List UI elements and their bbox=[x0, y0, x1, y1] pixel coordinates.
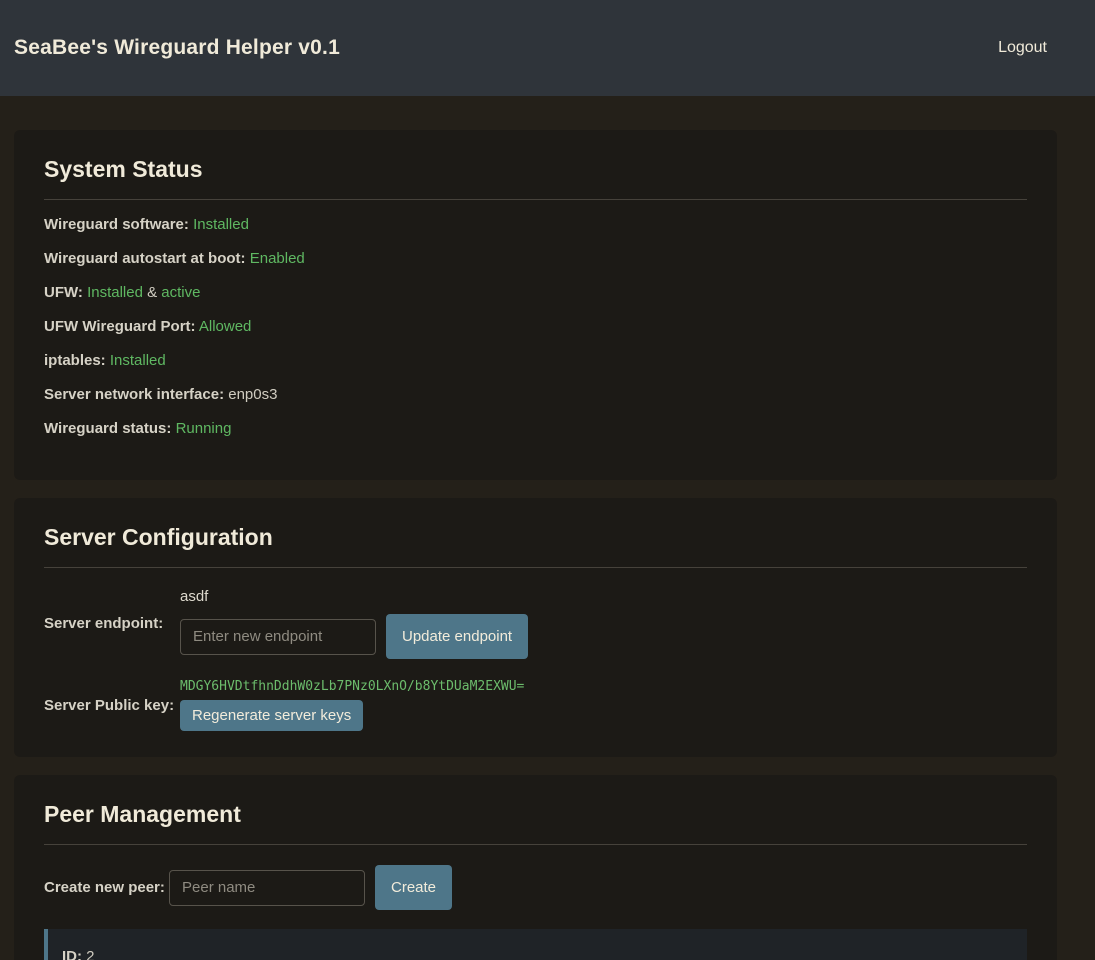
app-title: SeaBee's Wireguard Helper v0.1 bbox=[14, 36, 340, 60]
regenerate-server-keys-button[interactable]: Regenerate server keys bbox=[180, 700, 363, 731]
server-endpoint-row: Server endpoint: asdf Update endpoint bbox=[44, 588, 1027, 659]
status-row: Wireguard autostart at boot: Enabled bbox=[44, 250, 1027, 268]
status-value-ok: Installed bbox=[87, 284, 143, 301]
peer-management-heading: Peer Management bbox=[44, 801, 1041, 828]
system-status-card: System Status Wireguard software: Instal… bbox=[14, 130, 1057, 480]
status-value: Allowed bbox=[199, 318, 252, 335]
status-value-ok: Enabled bbox=[250, 250, 305, 267]
create-peer-label: Create new peer: bbox=[44, 879, 169, 896]
server-public-key-label: Server Public key: bbox=[44, 697, 180, 714]
status-value: Running bbox=[176, 420, 232, 437]
server-public-key-row: Server Public key: MDGY6HVDtfhnDdhW0zLb7… bbox=[44, 679, 1027, 731]
server-endpoint-current-value: asdf bbox=[180, 588, 528, 605]
status-label: Wireguard status: bbox=[44, 420, 171, 437]
create-peer-row: Create new peer: Create bbox=[44, 865, 1027, 910]
status-value-ok: Running bbox=[176, 420, 232, 437]
server-public-key-value: MDGY6HVDtfhnDdhW0zLb7PNz0LXnO/b8YtDUaM2E… bbox=[180, 679, 524, 694]
create-peer-button[interactable]: Create bbox=[375, 865, 452, 910]
status-row: Wireguard status: Running bbox=[44, 420, 1027, 438]
status-row: UFW: Installed & active bbox=[44, 284, 1027, 302]
status-value-ok: Installed bbox=[193, 216, 249, 233]
server-configuration-heading: Server Configuration bbox=[44, 524, 1041, 551]
status-label: UFW: bbox=[44, 284, 83, 301]
status-value: enp0s3 bbox=[228, 386, 277, 403]
status-label: Wireguard autostart at boot: bbox=[44, 250, 246, 267]
app-header: SeaBee's Wireguard Helper v0.1 Logout bbox=[0, 0, 1095, 96]
status-value: Enabled bbox=[250, 250, 305, 267]
status-value-ok: Allowed bbox=[199, 318, 252, 335]
divider bbox=[44, 199, 1027, 200]
peer-name-input[interactable] bbox=[169, 870, 365, 906]
status-label: Server network interface: bbox=[44, 386, 224, 403]
status-value-plain: enp0s3 bbox=[228, 386, 277, 403]
status-row: iptables: Installed bbox=[44, 352, 1027, 370]
status-value-plain: & bbox=[143, 284, 161, 301]
status-label: UFW Wireguard Port: bbox=[44, 318, 196, 335]
server-configuration-card: Server Configuration Server endpoint: as… bbox=[14, 498, 1057, 757]
server-endpoint-input[interactable] bbox=[180, 619, 376, 655]
status-row: UFW Wireguard Port: Allowed bbox=[44, 318, 1027, 336]
peer-item: ID: 2 Name: asdf Public Key: ckyOHj5Bk87… bbox=[44, 929, 1027, 960]
status-label: Wireguard software: bbox=[44, 216, 189, 233]
status-value: Installed & active bbox=[87, 284, 200, 301]
update-endpoint-button[interactable]: Update endpoint bbox=[386, 614, 528, 659]
status-value: Installed bbox=[193, 216, 249, 233]
status-row: Wireguard software: Installed bbox=[44, 216, 1027, 234]
server-endpoint-label: Server endpoint: bbox=[44, 615, 180, 632]
system-status-heading: System Status bbox=[44, 156, 1041, 183]
peer-id-value: 2 bbox=[86, 948, 94, 960]
status-value: Installed bbox=[110, 352, 166, 369]
status-row: Server network interface: enp0s3 bbox=[44, 386, 1027, 404]
peer-id-line: ID: 2 bbox=[62, 945, 1011, 960]
divider bbox=[44, 567, 1027, 568]
divider bbox=[44, 844, 1027, 845]
status-label: iptables: bbox=[44, 352, 106, 369]
peer-list: ID: 2 Name: asdf Public Key: ckyOHj5Bk87… bbox=[44, 929, 1027, 960]
logout-link[interactable]: Logout bbox=[998, 39, 1047, 57]
status-value-ok: Installed bbox=[110, 352, 166, 369]
peer-id-label: ID: bbox=[62, 948, 82, 960]
status-value-ok: active bbox=[161, 284, 200, 301]
peer-management-card: Peer Management Create new peer: Create … bbox=[14, 775, 1057, 960]
main-content: System Status Wireguard software: Instal… bbox=[14, 130, 1057, 960]
system-status-list: Wireguard software: Installed Wireguard … bbox=[30, 216, 1041, 438]
